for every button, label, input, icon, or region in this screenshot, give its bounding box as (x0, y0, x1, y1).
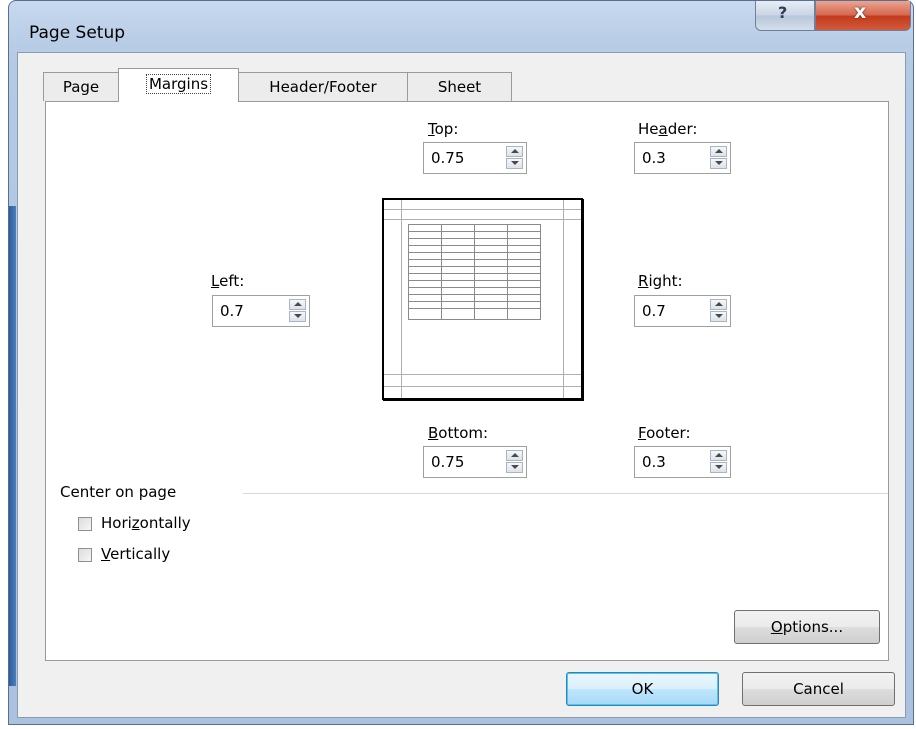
options-button[interactable]: Options... (734, 610, 880, 644)
left-margin-value[interactable]: 0.7 (220, 302, 244, 320)
window-edge (9, 206, 16, 686)
horizontally-checkbox[interactable] (78, 517, 92, 531)
footer-margin-value[interactable]: 0.3 (642, 453, 666, 471)
window-title: Page Setup (29, 23, 126, 43)
dialog-window: Page Setup ? x Page Margins Header/Foote… (8, 0, 914, 725)
bottom-label: Bottom: (428, 424, 489, 442)
help-icon: ? (778, 3, 788, 22)
right-margin-value[interactable]: 0.7 (642, 302, 666, 320)
tab-margins-label: Margins (145, 74, 212, 94)
header-label: Header: (638, 120, 698, 138)
top-margin-spinner[interactable]: 0.75 (423, 142, 527, 174)
bottom-down-arrow-icon[interactable] (506, 462, 523, 473)
right-margin-spinner[interactable]: 0.7 (634, 295, 731, 327)
footer-down-arrow-icon[interactable] (710, 462, 727, 473)
header-down-arrow-icon[interactable] (710, 158, 727, 169)
left-down-arrow-icon[interactable] (289, 311, 306, 322)
page-preview-graphic (384, 200, 581, 398)
tab-header-footer[interactable]: Header/Footer (238, 72, 408, 101)
header-up-arrow-icon[interactable] (710, 146, 727, 157)
top-margin-value[interactable]: 0.75 (431, 149, 464, 167)
footer-up-arrow-icon[interactable] (710, 450, 727, 461)
top-down-arrow-icon[interactable] (506, 158, 523, 169)
page-preview (382, 198, 583, 400)
tab-header-footer-label: Header/Footer (269, 78, 377, 96)
bottom-margin-spinner[interactable]: 0.75 (423, 446, 527, 478)
left-label: Left: (211, 272, 245, 290)
header-margin-spinner[interactable]: 0.3 (634, 142, 731, 174)
footer-label: Footer: (638, 424, 691, 442)
right-label: Right: (638, 272, 683, 290)
tab-sheet-label: Sheet (437, 78, 482, 96)
top-up-arrow-icon[interactable] (506, 146, 523, 157)
center-on-page-label: Center on page (60, 483, 177, 501)
cancel-button[interactable]: Cancel (742, 672, 895, 706)
left-up-arrow-icon[interactable] (289, 299, 306, 310)
margins-panel: Top: 0.75 Header: 0.3 Left: 0.7 Right: 0… (45, 101, 889, 661)
vertically-checkbox[interactable] (78, 548, 92, 562)
tab-margins[interactable]: Margins (118, 68, 239, 102)
horizontally-label[interactable]: Horizontally (101, 514, 191, 532)
close-icon: x (854, 1, 867, 23)
tab-sheet[interactable]: Sheet (407, 72, 512, 101)
group-divider (243, 493, 888, 494)
header-margin-value[interactable]: 0.3 (642, 149, 666, 167)
bottom-up-arrow-icon[interactable] (506, 450, 523, 461)
bottom-margin-value[interactable]: 0.75 (431, 453, 464, 471)
close-button[interactable]: x (815, 1, 911, 31)
right-up-arrow-icon[interactable] (710, 299, 727, 310)
footer-margin-spinner[interactable]: 0.3 (634, 446, 731, 478)
right-down-arrow-icon[interactable] (710, 311, 727, 322)
top-label: Top: (428, 120, 459, 138)
left-margin-spinner[interactable]: 0.7 (212, 295, 310, 327)
tab-page-label: Page (62, 78, 100, 96)
ok-button[interactable]: OK (566, 672, 719, 706)
help-button[interactable]: ? (755, 1, 815, 31)
tab-page[interactable]: Page (43, 72, 119, 101)
vertically-label[interactable]: Vertically (101, 545, 170, 563)
